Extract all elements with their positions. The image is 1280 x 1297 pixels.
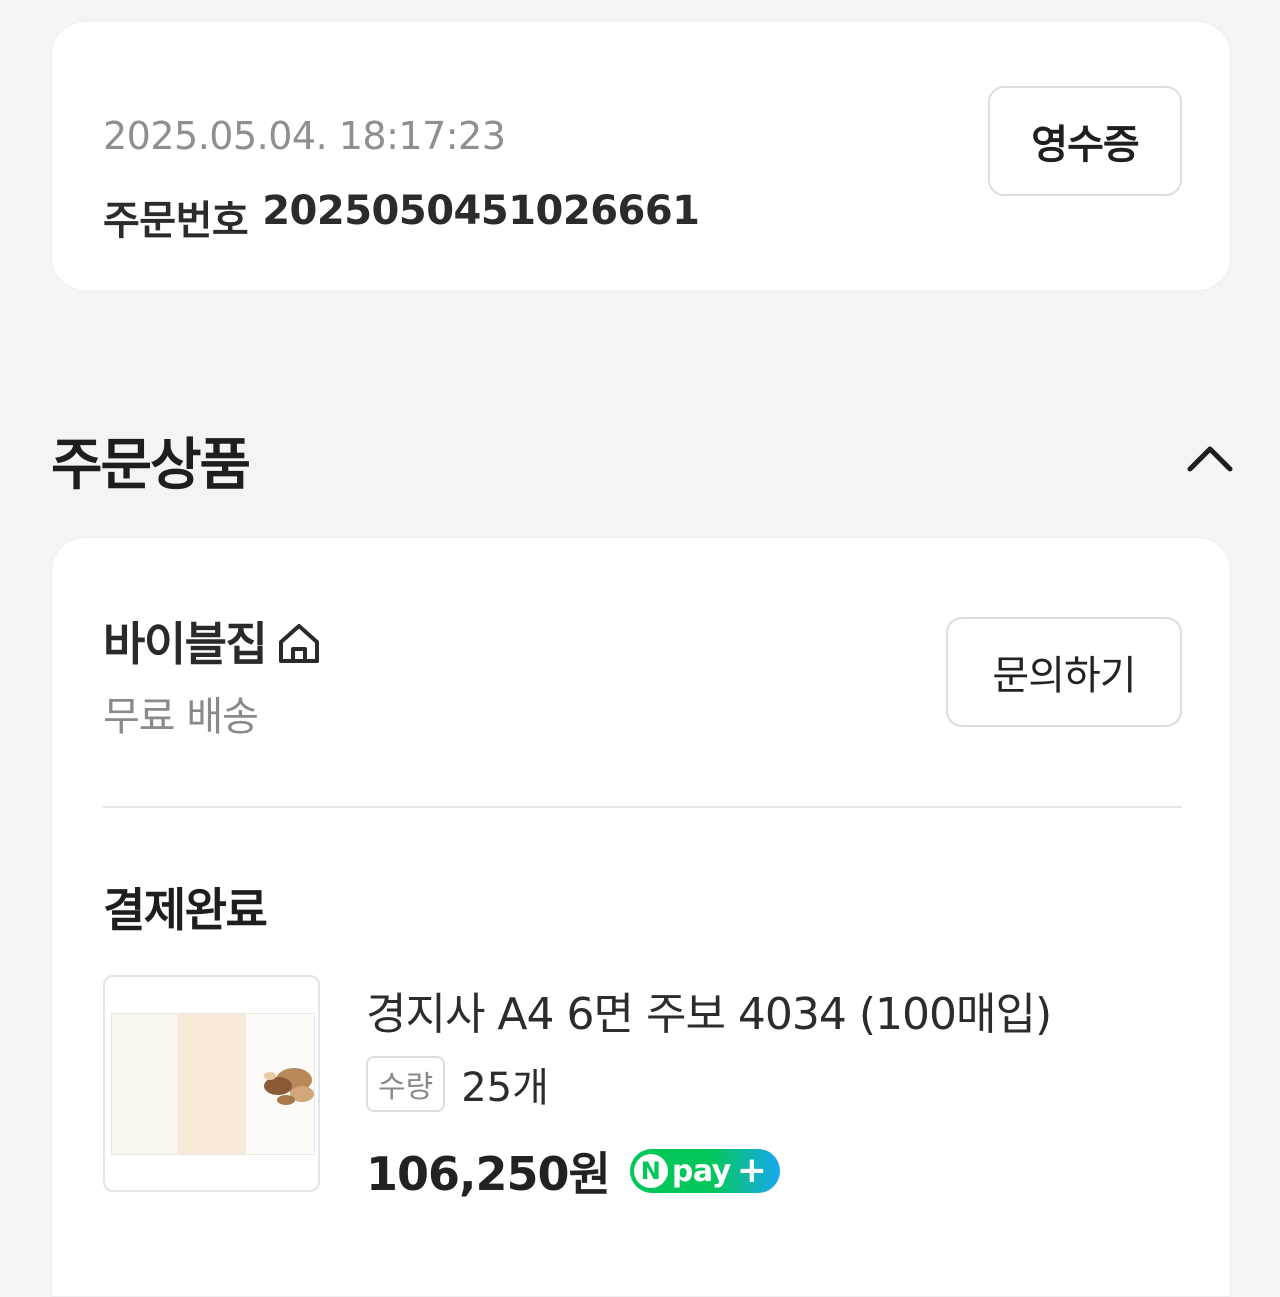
quantity-value: 25개 — [461, 1065, 549, 1111]
receipt-button[interactable]: 영수증 — [988, 86, 1182, 196]
brochure-panel-middle — [178, 1014, 246, 1154]
quantity-row: 수량 25개 — [366, 1055, 549, 1113]
price-row: 106,250원 N pay + — [366, 1138, 780, 1204]
order-product-card: 바이블집 무료 배송 문의하기 결제완료 경지사 A4 6면 주보 4034 (… — [51, 537, 1231, 1297]
npay-logo-icon: N — [633, 1154, 668, 1188]
order-status: 결제완료 — [103, 883, 268, 937]
brochure-panel-right — [246, 1014, 314, 1154]
order-datetime: 2025.05.04. 18:17:23 — [103, 114, 506, 158]
inquiry-button[interactable]: 문의하기 — [946, 617, 1182, 727]
plus-icon: + — [736, 1150, 767, 1191]
chevron-up-icon[interactable] — [1184, 437, 1236, 477]
npay-plus-badge: N pay + — [629, 1149, 780, 1193]
brochure-panel-left — [112, 1014, 178, 1154]
npay-text: pay — [671, 1153, 731, 1189]
bread-illustration-icon — [264, 1068, 314, 1105]
order-number: 주문번호 2025050451026661 — [103, 188, 700, 246]
price: 106,250원 — [366, 1147, 611, 1201]
product-name[interactable]: 경지사 A4 6면 주보 4034 (100매입) — [366, 978, 1052, 1042]
store-name[interactable]: 바이블집 — [103, 608, 268, 674]
order-info-card: 2025.05.04. 18:17:23 주문번호 20250504510266… — [51, 21, 1231, 291]
product-thumbnail[interactable] — [103, 975, 320, 1192]
shipping-info: 무료 배송 — [103, 694, 259, 740]
quantity-label: 수량 — [366, 1056, 446, 1112]
section-title: 주문상품 — [51, 433, 251, 498]
store-header[interactable]: 바이블집 — [103, 608, 322, 674]
home-icon[interactable] — [276, 620, 322, 666]
order-number-value: 2025050451026661 — [262, 188, 700, 234]
divider — [103, 806, 1182, 808]
product-image — [111, 1013, 315, 1155]
order-number-label: 주문번호 — [103, 198, 249, 244]
